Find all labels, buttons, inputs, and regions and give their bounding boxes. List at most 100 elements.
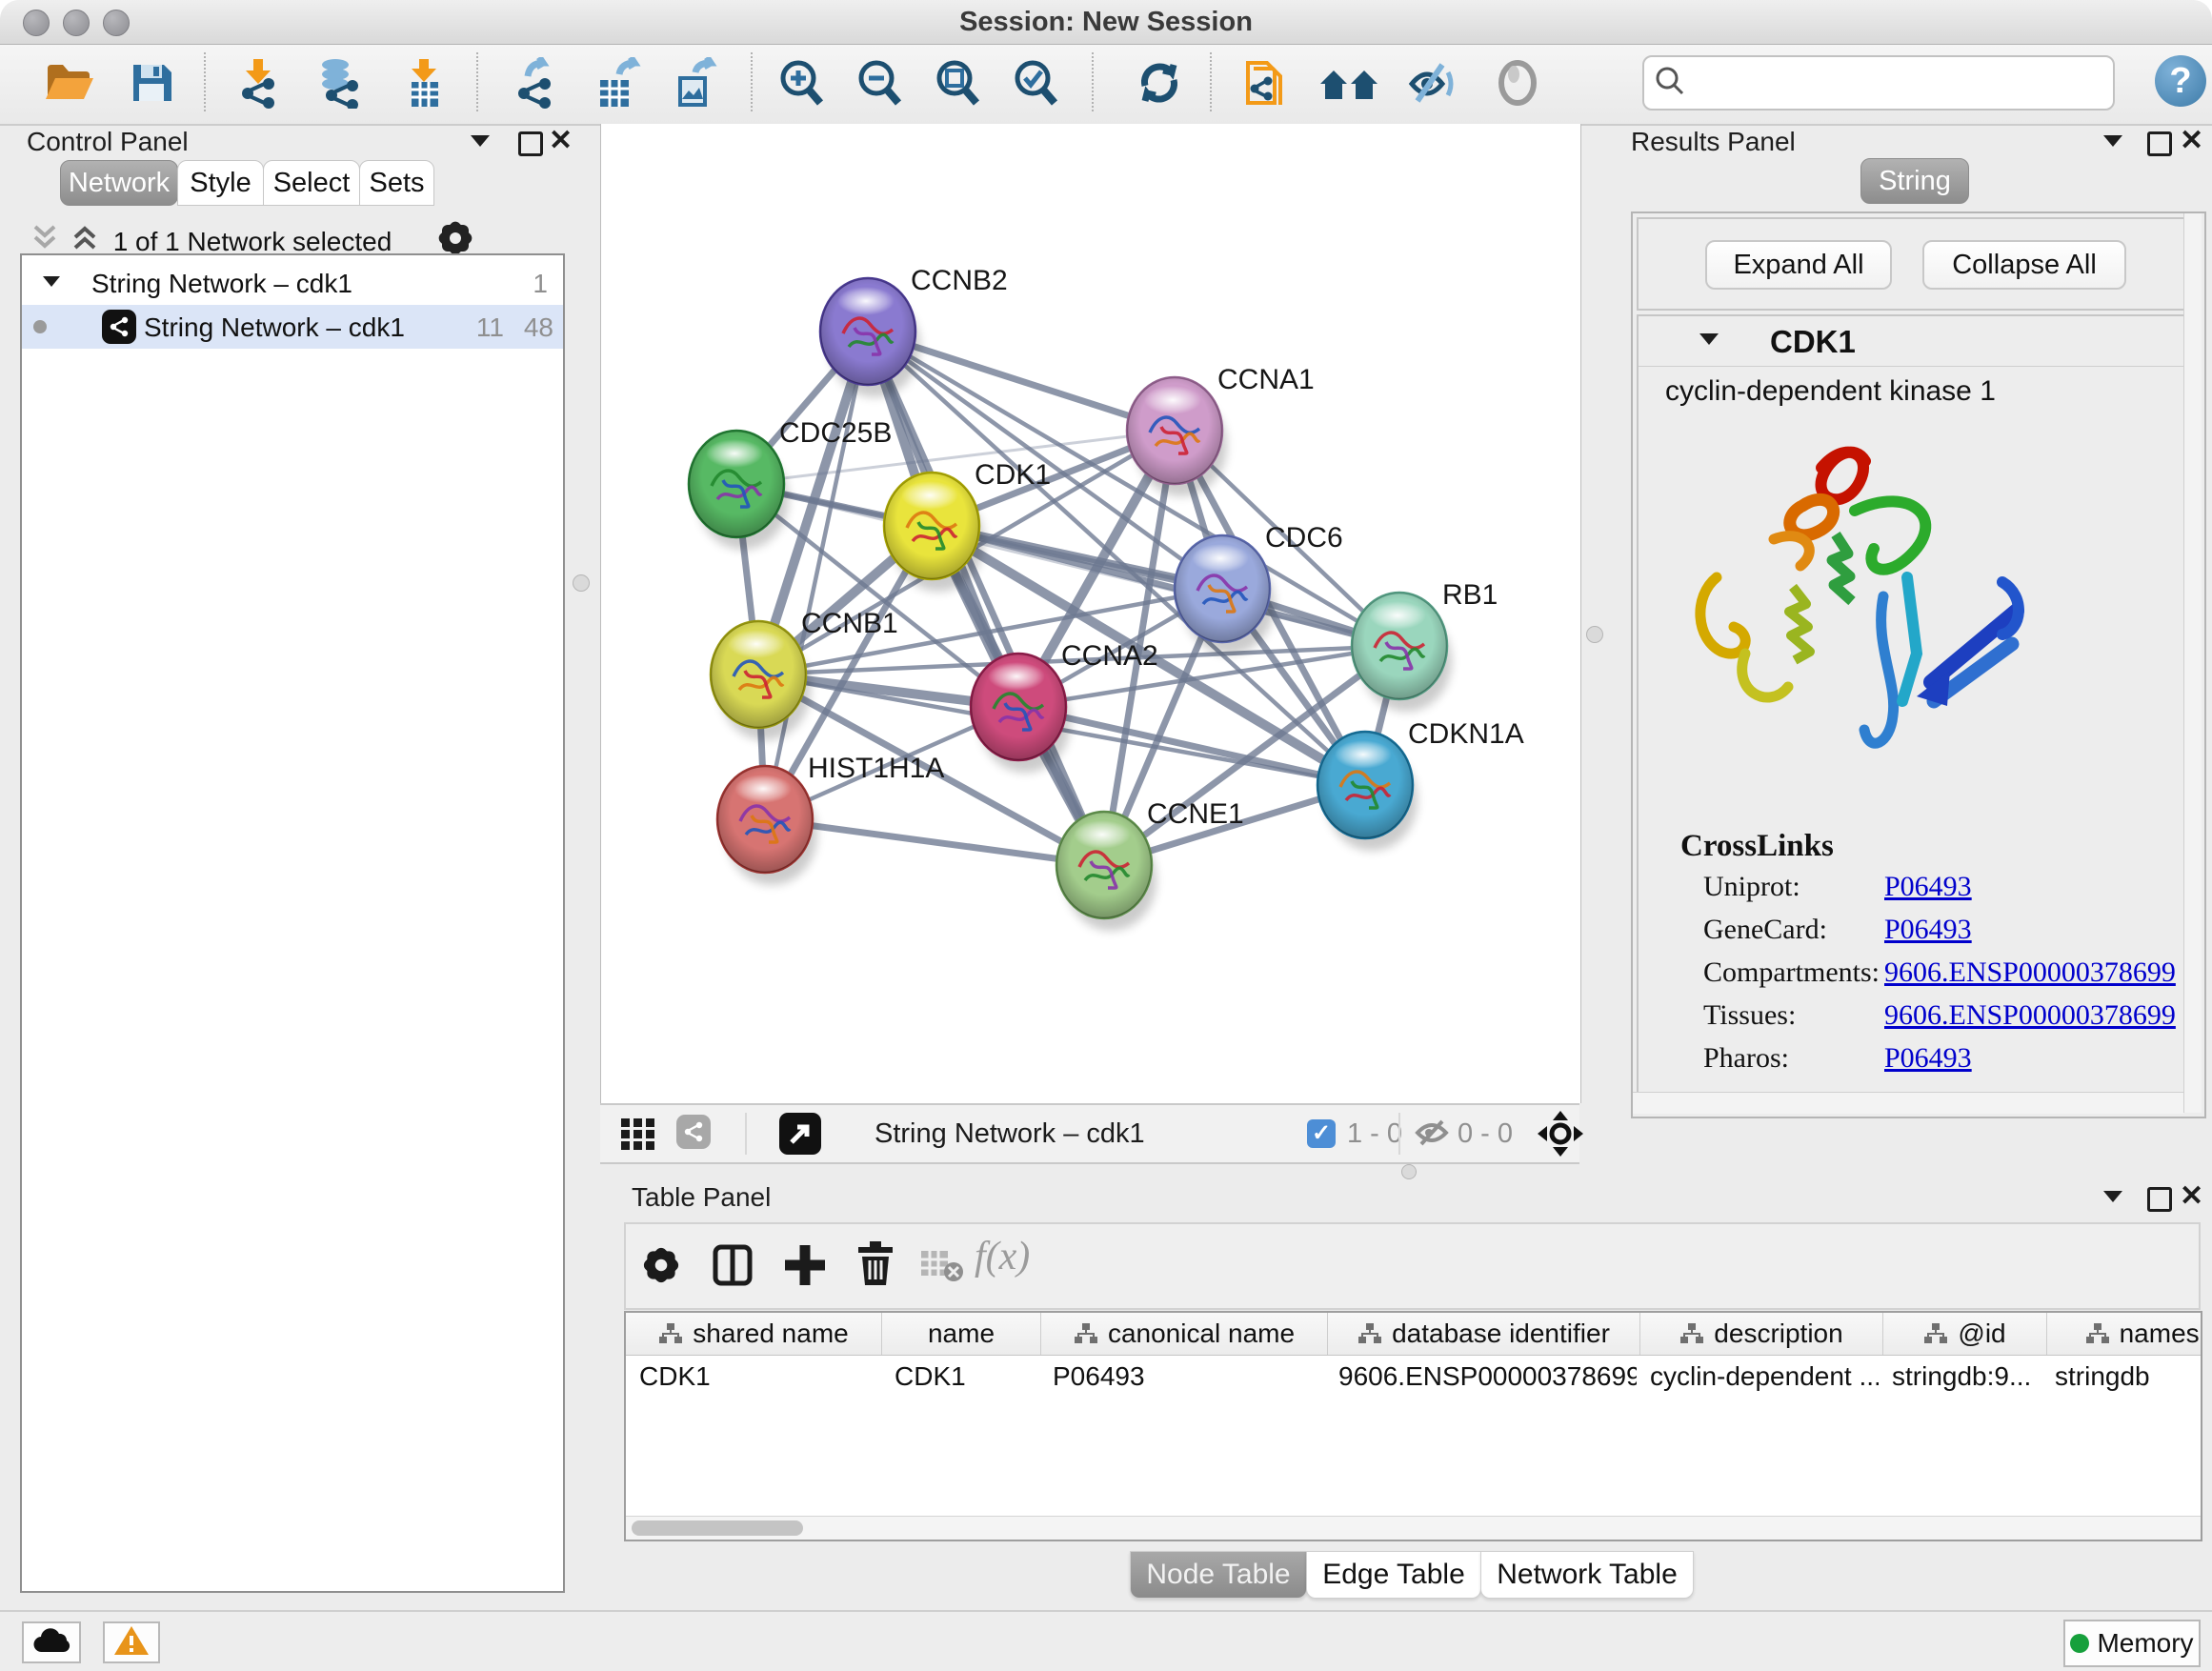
table-header-row: shared name name canonical name database…: [626, 1313, 2201, 1356]
open-file-icon[interactable]: [42, 57, 93, 109]
crosslink-tissues-link[interactable]: 9606.ENSP00000378699: [1884, 999, 2176, 1032]
export-network-icon[interactable]: [511, 57, 562, 109]
table-panel-collapse-icon[interactable]: [2103, 1191, 2122, 1202]
column-header[interactable]: @id: [1883, 1313, 2047, 1355]
left-splitter-handle[interactable]: [573, 574, 590, 592]
add-column-icon[interactable]: [784, 1243, 826, 1292]
save-session-icon[interactable]: [126, 57, 177, 109]
results-panel-collapse-icon[interactable]: [2103, 135, 2122, 147]
results-panel-float-icon[interactable]: [2147, 131, 2172, 156]
search-input[interactable]: [1696, 63, 2113, 103]
show-hide-panels-icon[interactable]: [1404, 57, 1456, 109]
eye-icon[interactable]: [1492, 57, 1543, 109]
table-panel-close-icon[interactable]: ✕: [2180, 1185, 2203, 1208]
column-header[interactable]: canonical name: [1041, 1313, 1328, 1355]
network-node-count: 11: [476, 312, 504, 343]
network-canvas[interactable]: CCNB2CCNA1CDC25BCDK1CDC6RB1CCNB1CCNA2CDK…: [600, 124, 1581, 1103]
node-label: CDK1: [975, 459, 1051, 491]
network-collection-row[interactable]: String Network – cdk1 1: [22, 261, 563, 305]
tab-edge-table[interactable]: Edge Table: [1306, 1551, 1481, 1599]
home-icon[interactable]: [1318, 57, 1381, 109]
memory-label: Memory: [2097, 1628, 2193, 1659]
right-splitter-handle[interactable]: [1586, 626, 1603, 643]
node-label: CCNA1: [1217, 364, 1315, 395]
selected-checkbox-icon[interactable]: ✓: [1307, 1119, 1336, 1148]
show-columns-icon[interactable]: [712, 1243, 754, 1292]
crosslink-label: Uniprot:: [1703, 871, 1800, 903]
crosslink-compartments-link[interactable]: 9606.ENSP00000378699: [1884, 956, 2176, 989]
delete-column-trash-icon[interactable]: [856, 1241, 895, 1292]
zoom-out-icon[interactable]: [854, 57, 905, 109]
collapse-all-networks-icon[interactable]: [29, 223, 61, 256]
network-status-dot: [33, 320, 47, 333]
crosslink-genecard-link[interactable]: P06493: [1884, 914, 1972, 946]
network-tree: String Network – cdk1 1 String Network –…: [20, 253, 565, 1593]
import-network-file-icon[interactable]: [234, 57, 286, 109]
first-neighbors-icon[interactable]: [1240, 57, 1292, 109]
table-panel-float-icon[interactable]: [2147, 1187, 2172, 1212]
node-label: HIST1H1A: [808, 753, 944, 784]
node-label: CCNB2: [911, 265, 1008, 296]
import-network-database-icon[interactable]: [307, 57, 370, 109]
protein-structure-image: [1679, 415, 2060, 830]
node-table: shared name name canonical name database…: [624, 1311, 2202, 1541]
tab-network-table[interactable]: Network Table: [1480, 1551, 1694, 1599]
import-table-file-icon[interactable]: [398, 57, 450, 109]
column-header[interactable]: name: [882, 1313, 1041, 1355]
control-panel-close-icon[interactable]: ✕: [549, 130, 573, 152]
network-edge-count: 48: [524, 312, 553, 343]
column-header[interactable]: database identifier: [1328, 1313, 1640, 1355]
gene-section-header[interactable]: CDK1: [1639, 316, 2197, 367]
tab-node-table[interactable]: Node Table: [1130, 1551, 1307, 1599]
export-image-icon[interactable]: [669, 57, 728, 109]
network-badge-icon[interactable]: [676, 1115, 711, 1149]
tab-string[interactable]: String: [1860, 158, 1969, 204]
collapse-all-button[interactable]: Collapse All: [1922, 240, 2126, 290]
collection-expand-icon[interactable]: [43, 276, 60, 287]
zoom-selected-icon[interactable]: [1010, 57, 1061, 109]
tab-style[interactable]: Style: [177, 160, 264, 206]
control-panel-float-icon[interactable]: [518, 131, 543, 156]
open-in-window-icon[interactable]: [779, 1113, 821, 1155]
function-builder-icon: f(x): [975, 1234, 1030, 1279]
table-row[interactable]: CDK1 CDK1 P06493 9606.ENSP00000378699 cy…: [626, 1356, 2201, 1398]
delete-table-icon[interactable]: [919, 1247, 963, 1288]
network-row-selected[interactable]: String Network – cdk1 11 48: [22, 305, 563, 349]
grid-view-icon[interactable]: [621, 1118, 659, 1156]
zoom-fit-icon[interactable]: [932, 57, 983, 109]
search-box[interactable]: [1642, 55, 2115, 111]
control-panel-title: Control Panel: [27, 127, 189, 157]
help-icon[interactable]: ?: [2155, 55, 2206, 107]
zoom-in-icon[interactable]: [775, 57, 827, 109]
refresh-icon[interactable]: [1134, 57, 1185, 109]
cloud-status-button[interactable]: [22, 1621, 81, 1663]
gene-collapse-icon[interactable]: [1699, 333, 1719, 345]
export-table-icon[interactable]: [591, 57, 652, 109]
results-horizontal-scrollbar[interactable]: [1633, 1092, 2183, 1114]
crosslink-label: Compartments:: [1703, 956, 1880, 989]
column-header[interactable]: description: [1640, 1313, 1883, 1355]
results-vertical-scrollbar[interactable]: [2183, 213, 2202, 1113]
expand-all-button[interactable]: Expand All: [1705, 240, 1892, 290]
node-label: CDC6: [1265, 522, 1343, 554]
scrollbar-thumb[interactable]: [632, 1520, 803, 1536]
node-label: CCNE1: [1147, 798, 1244, 830]
results-panel-close-icon[interactable]: ✕: [2180, 130, 2203, 152]
crosslink-uniprot-link[interactable]: P06493: [1884, 871, 1972, 903]
tab-select[interactable]: Select: [263, 160, 360, 206]
horizontal-splitter-handle[interactable]: [1401, 1164, 1417, 1179]
tab-network[interactable]: Network: [60, 160, 178, 206]
tab-sets[interactable]: Sets: [359, 160, 434, 206]
hidden-eye-slash-icon[interactable]: [1414, 1118, 1450, 1152]
control-panel-collapse-icon[interactable]: [471, 135, 490, 147]
table-horizontal-scrollbar[interactable]: [626, 1516, 2201, 1540]
expand-all-networks-icon[interactable]: [69, 223, 101, 256]
table-settings-gear-icon[interactable]: [639, 1243, 683, 1292]
toolbar-separator: [1210, 52, 1212, 111]
column-header[interactable]: shared name: [626, 1313, 882, 1355]
column-header[interactable]: namespace: [2047, 1313, 2202, 1355]
birdseye-crosshair-icon[interactable]: [1538, 1111, 1583, 1161]
crosslink-pharos-link[interactable]: P06493: [1884, 1042, 1972, 1075]
warning-status-button[interactable]: [103, 1621, 160, 1663]
memory-button[interactable]: Memory: [2063, 1620, 2201, 1667]
